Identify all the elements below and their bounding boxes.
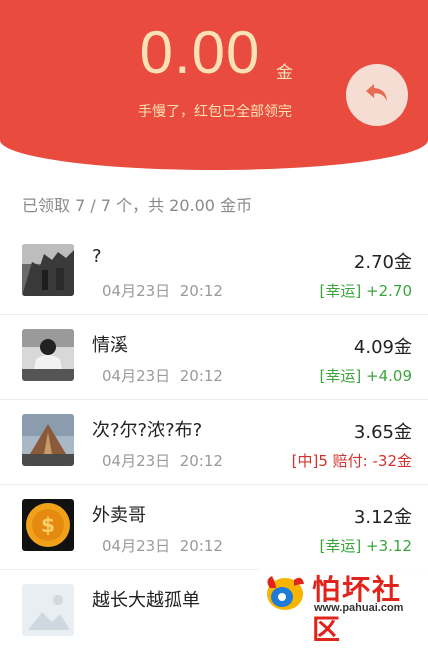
list-item[interactable]: 情溪 04月23日 20:12 4.09金 [幸运] +4.09 bbox=[0, 315, 428, 400]
remaining-amount: 0.00 bbox=[139, 19, 261, 86]
reply-arrow-icon bbox=[362, 78, 392, 112]
user-name: 外卖哥 bbox=[92, 505, 146, 526]
red-packet-header: 0.00 金 手慢了，红包已全部领完 bbox=[0, 0, 428, 170]
claim-amount: 3.12金 bbox=[353, 507, 412, 528]
avatar[interactable] bbox=[22, 329, 74, 381]
claim-time: 04月23日 20:12 bbox=[102, 282, 223, 300]
watermark-logo-icon bbox=[262, 570, 308, 620]
svg-text:$: $ bbox=[41, 513, 55, 537]
claim-amount: 2.70金 bbox=[353, 252, 412, 273]
lucky-tag: [幸运] +3.12 bbox=[319, 537, 412, 555]
payout-tag: [中]5 赔付: -32金 bbox=[291, 452, 412, 470]
avatar[interactable] bbox=[22, 244, 74, 296]
avatar[interactable] bbox=[22, 414, 74, 466]
lucky-tag: [幸运] +4.09 bbox=[319, 367, 412, 385]
back-button[interactable] bbox=[346, 64, 408, 126]
user-name: 情溪 bbox=[92, 335, 128, 356]
claim-summary: 已领取 7 / 7 个，共 20.00 金币 bbox=[22, 196, 253, 215]
list-item[interactable]: 次?尔?浓?布? 04月23日 20:12 3.65金 [中]5 赔付: -32… bbox=[0, 400, 428, 485]
amount-unit: 金 bbox=[276, 63, 293, 83]
avatar[interactable]: $ bbox=[22, 499, 74, 551]
watermark-url: www.pahuai.com bbox=[314, 602, 404, 614]
list-item[interactable]: $ 外卖哥 04月23日 20:12 3.12金 [幸运] +3.12 bbox=[0, 485, 428, 570]
lucky-tag: [幸运] +2.70 bbox=[319, 282, 412, 300]
claim-time: 04月23日 20:12 bbox=[102, 452, 223, 470]
site-watermark: 怕坏社区 www.pahuai.com bbox=[258, 566, 428, 646]
claim-time: 04月23日 20:12 bbox=[102, 367, 223, 385]
user-name: ? bbox=[92, 246, 102, 267]
list-item[interactable]: ? 04月23日 20:12 2.70金 [幸运] +2.70 bbox=[0, 230, 428, 315]
claim-time: 04月23日 20:12 bbox=[102, 537, 223, 555]
avatar[interactable] bbox=[22, 584, 74, 636]
user-name: 越长大越孤单 bbox=[92, 590, 200, 611]
user-name: 次?尔?浓?布? bbox=[92, 420, 203, 441]
claim-amount: 4.09金 bbox=[353, 337, 412, 358]
claim-amount: 3.65金 bbox=[353, 422, 412, 443]
